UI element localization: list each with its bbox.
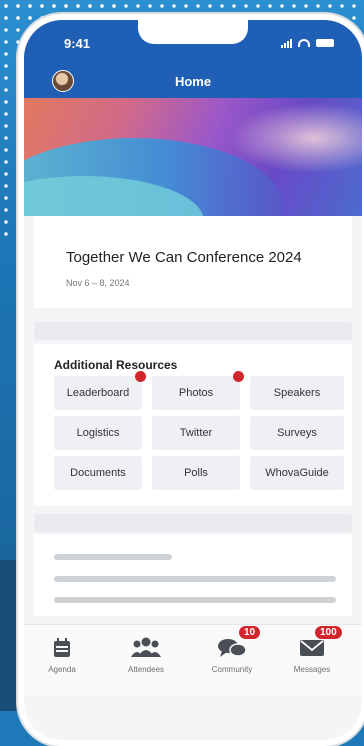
resource-label: Photos bbox=[178, 387, 214, 399]
resource-logistics[interactable]: Logistics bbox=[54, 416, 142, 450]
tab-attendees[interactable]: Attendees bbox=[116, 635, 176, 674]
page-title: Home bbox=[174, 74, 212, 89]
loading-placeholder-card bbox=[34, 534, 352, 616]
resource-polls[interactable]: Polls bbox=[152, 456, 240, 490]
resources-grid: Leaderboard Photos Speakers Logistics Tw… bbox=[54, 371, 348, 490]
resource-label: Logistics bbox=[76, 427, 120, 439]
wifi-icon bbox=[298, 39, 310, 47]
notification-dot bbox=[233, 371, 244, 382]
tab-messages[interactable]: 100 Messages bbox=[282, 625, 343, 674]
resource-photos[interactable]: Photos bbox=[152, 371, 244, 410]
event-name: Together We Can Conference 2024 bbox=[66, 249, 302, 266]
placeholder-line bbox=[54, 576, 336, 582]
community-badge: 10 bbox=[238, 625, 262, 640]
resource-documents[interactable]: Documents bbox=[54, 456, 142, 490]
phone-frame: 9:41 Home Together We Can Conference 202… bbox=[18, 14, 364, 746]
status-icons bbox=[281, 38, 334, 48]
event-banner-image bbox=[24, 98, 362, 216]
resource-label: Polls bbox=[184, 467, 208, 479]
messages-badge: 100 bbox=[314, 625, 343, 640]
phone-notch bbox=[138, 20, 248, 44]
tab-label: Attendees bbox=[127, 665, 165, 674]
additional-resources-section: Additional Resources Leaderboard Photos … bbox=[34, 344, 352, 506]
section-divider bbox=[34, 322, 352, 340]
bottom-tab-bar: Agenda Attendees 10 Community 100 Messag… bbox=[24, 624, 362, 695]
resource-whovaguide[interactable]: WhovaGuide bbox=[250, 456, 344, 490]
resource-label: Twitter bbox=[179, 427, 213, 439]
resource-surveys[interactable]: Surveys bbox=[250, 416, 344, 450]
tab-community[interactable]: 10 Community bbox=[202, 625, 262, 674]
chat-icon: 10 bbox=[202, 625, 262, 661]
people-icon bbox=[116, 635, 176, 661]
event-info-card[interactable]: Together We Can Conference 2024 Nov 6 – … bbox=[34, 216, 352, 308]
resource-label: Speakers bbox=[273, 387, 321, 399]
battery-icon bbox=[316, 39, 334, 47]
signal-icon bbox=[281, 38, 292, 48]
status-time: 9:41 bbox=[64, 36, 91, 51]
tab-label: Community bbox=[211, 665, 253, 674]
resource-twitter[interactable]: Twitter bbox=[152, 416, 240, 450]
notification-dot bbox=[135, 371, 146, 382]
resource-label: WhovaGuide bbox=[265, 467, 329, 479]
event-dates: Nov 6 – 8, 2024 bbox=[66, 278, 130, 288]
mail-icon: 100 bbox=[282, 625, 343, 661]
section-divider bbox=[34, 514, 352, 532]
tab-label: Messages bbox=[293, 665, 331, 674]
resource-label: Leaderboard bbox=[66, 387, 130, 399]
placeholder-line bbox=[54, 597, 336, 603]
tab-label: Agenda bbox=[48, 665, 76, 674]
calendar-icon bbox=[32, 635, 92, 661]
resource-label: Surveys bbox=[277, 427, 317, 439]
resource-label: Documents bbox=[70, 467, 126, 479]
resource-speakers[interactable]: Speakers bbox=[250, 376, 344, 410]
placeholder-line bbox=[54, 554, 172, 560]
resource-leaderboard[interactable]: Leaderboard bbox=[54, 371, 146, 410]
resources-heading: Additional Resources bbox=[54, 358, 178, 372]
tab-agenda[interactable]: Agenda bbox=[32, 635, 92, 674]
